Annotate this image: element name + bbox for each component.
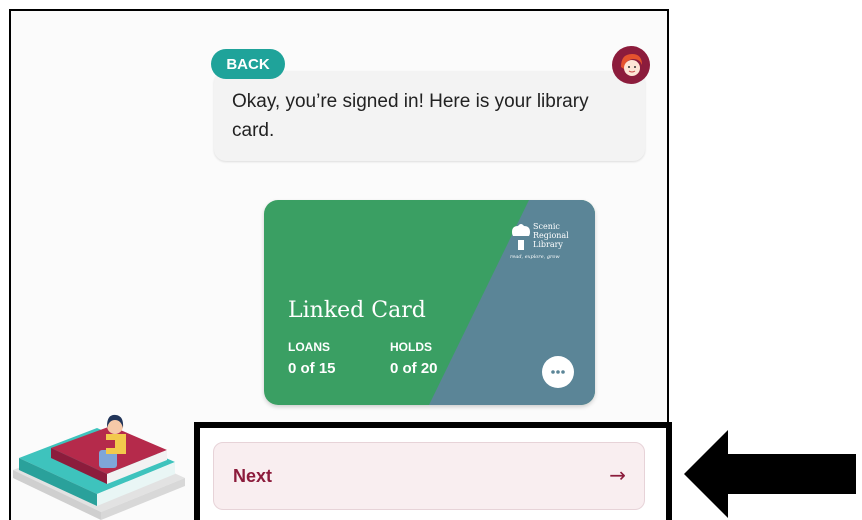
- next-button[interactable]: Next →: [213, 442, 645, 510]
- card-more-button[interactable]: [542, 356, 574, 388]
- library-card[interactable]: Scenic Regional Library read, explore, g…: [264, 200, 595, 405]
- logo-line-1: Scenic: [533, 222, 560, 231]
- message-text: Okay, you’re signed in! Here is your lib…: [232, 91, 589, 141]
- libby-avatar-icon: [612, 46, 650, 84]
- logo-line-2: Regional: [533, 231, 569, 240]
- card-title: Linked Card: [288, 298, 426, 323]
- loans-value: 0 of 15: [288, 360, 336, 377]
- right-arrow-icon: →: [609, 463, 626, 487]
- pointer-arrow-icon: [684, 430, 856, 518]
- reading-girl-illustration: [13, 414, 185, 520]
- next-button-label: Next: [233, 466, 273, 486]
- back-button[interactable]: BACK: [211, 49, 285, 79]
- next-highlight-box: Next →: [194, 422, 672, 520]
- message-bubble: Okay, you’re signed in! Here is your lib…: [214, 71, 645, 161]
- more-options-icon: [551, 370, 565, 374]
- library-logo: Scenic Regional Library read, explore, g…: [508, 218, 584, 264]
- logo-line-3: Library: [533, 240, 563, 249]
- holds-value: 0 of 20: [390, 360, 438, 377]
- logo-tagline: read, explore, grow: [510, 254, 560, 260]
- loans-label: LOANS: [288, 340, 330, 354]
- holds-label: HOLDS: [390, 340, 432, 354]
